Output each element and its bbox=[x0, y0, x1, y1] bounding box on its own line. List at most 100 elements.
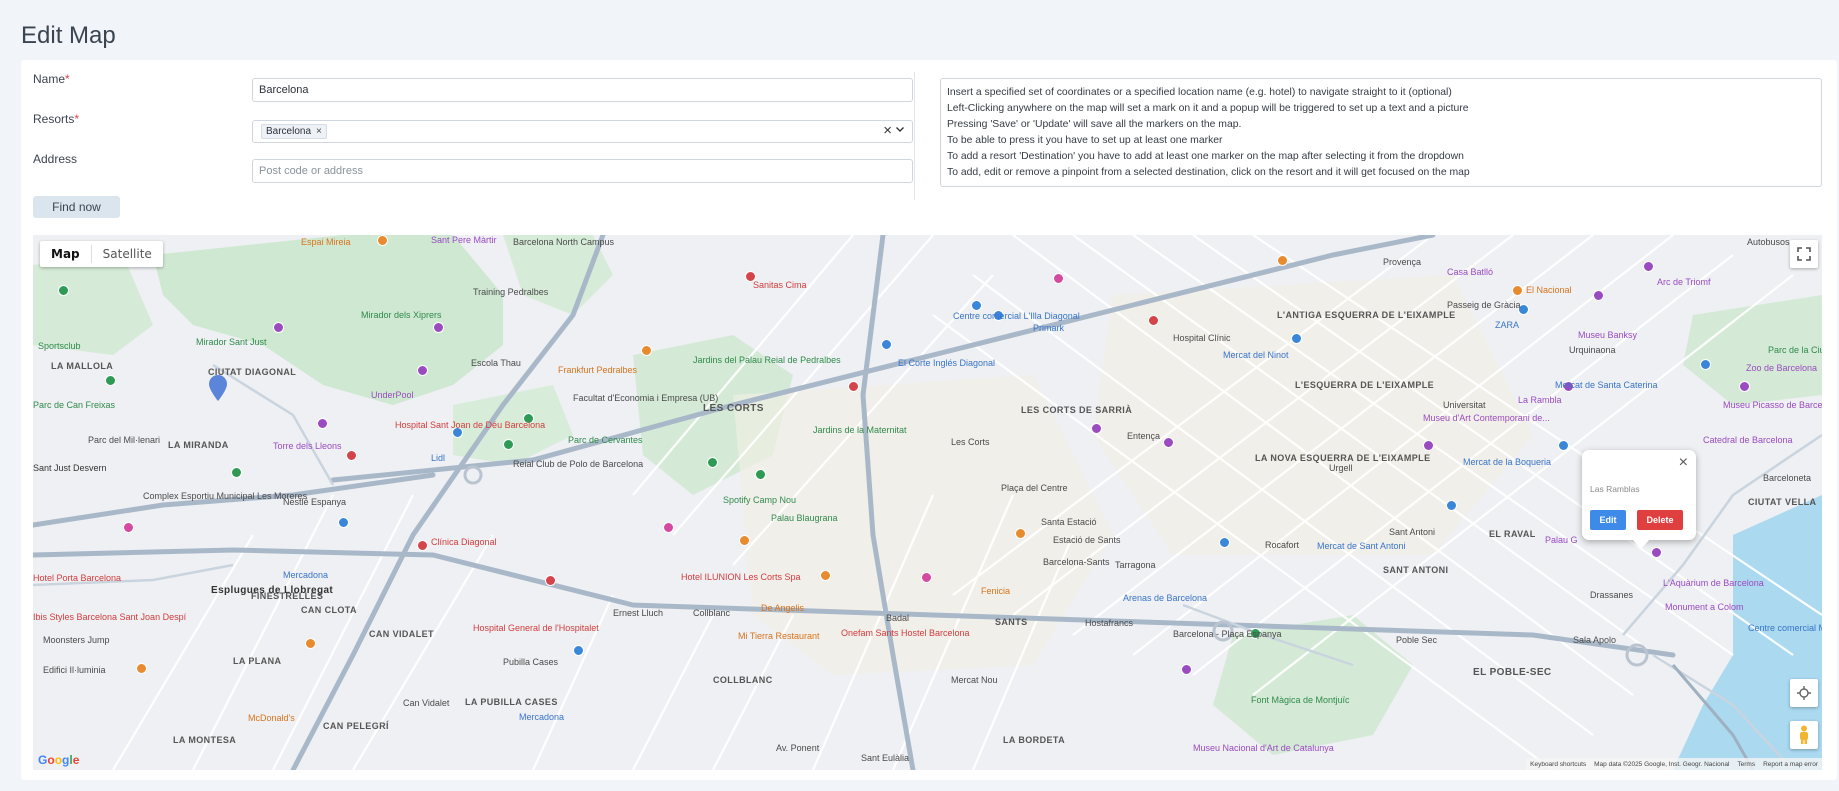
shop-icon[interactable] bbox=[971, 300, 982, 311]
resort-tag-remove-icon[interactable]: × bbox=[316, 126, 322, 137]
map-label: L'ESQUERRA DE L'EIXAMPLE bbox=[1295, 380, 1435, 390]
fullscreen-icon bbox=[1797, 247, 1811, 261]
park-icon[interactable] bbox=[231, 467, 242, 478]
map-label: LA PUBILLA CASES bbox=[465, 697, 558, 707]
shop-icon[interactable] bbox=[881, 339, 892, 350]
clinic-icon[interactable] bbox=[417, 540, 428, 551]
landmark-icon[interactable] bbox=[317, 418, 328, 429]
help-line: Left-Clicking anywhere on the map will s… bbox=[947, 102, 1469, 114]
museum-icon[interactable] bbox=[1423, 440, 1434, 451]
market-icon[interactable] bbox=[1558, 440, 1569, 451]
map-label: Training Pedralbes bbox=[473, 287, 549, 297]
restaurant-icon[interactable] bbox=[305, 638, 316, 649]
clear-selection-icon[interactable]: × bbox=[883, 122, 892, 139]
park-icon[interactable] bbox=[105, 375, 116, 386]
restaurant-icon[interactable] bbox=[1277, 255, 1288, 266]
hotel-icon[interactable] bbox=[663, 522, 674, 533]
map-label: Zoo de Barcelona bbox=[1746, 363, 1818, 373]
map-label: Hotel Porta Barcelona bbox=[33, 573, 122, 583]
resort-tag: Barcelona × bbox=[261, 124, 327, 139]
close-icon[interactable]: × bbox=[1679, 454, 1688, 472]
address-input[interactable] bbox=[252, 159, 913, 183]
museum-icon[interactable] bbox=[1181, 664, 1192, 675]
keyboard-shortcuts-link[interactable]: Keyboard shortcuts bbox=[1530, 761, 1586, 768]
resorts-select[interactable]: Barcelona × × bbox=[252, 120, 913, 143]
terms-link[interactable]: Terms bbox=[1737, 761, 1755, 768]
map-label: Lidl bbox=[431, 453, 446, 463]
fullscreen-button[interactable] bbox=[1790, 240, 1818, 268]
report-map-error-link[interactable]: Report a map error bbox=[1763, 761, 1818, 768]
map-label: Mercat del Ninot bbox=[1223, 350, 1289, 360]
museum-icon[interactable] bbox=[1739, 381, 1750, 392]
hospital-icon[interactable] bbox=[848, 381, 859, 392]
park-icon[interactable] bbox=[503, 439, 514, 450]
shop-icon[interactable] bbox=[1219, 537, 1230, 548]
popup-marker-text: Las Ramblas bbox=[1590, 484, 1640, 494]
map-label: Mercat de Santa Caterina bbox=[1555, 380, 1658, 390]
hospital-icon[interactable] bbox=[346, 450, 357, 461]
market-icon[interactable] bbox=[1446, 500, 1457, 511]
map-label: LES CORTS bbox=[703, 403, 764, 414]
restaurant-icon[interactable] bbox=[641, 345, 652, 356]
map-marker-pin[interactable] bbox=[209, 375, 227, 401]
map-label: Espai Mireia bbox=[301, 237, 351, 247]
shop-icon[interactable] bbox=[573, 645, 584, 656]
map-label: Parc del Mil·lenari bbox=[88, 435, 161, 445]
map-label: Spotify Camp Nou bbox=[723, 495, 797, 505]
find-now-button[interactable]: Find now bbox=[33, 196, 120, 218]
restaurant-icon[interactable] bbox=[1015, 528, 1026, 539]
map-type-map-button[interactable]: Map bbox=[40, 241, 91, 267]
map-label: Parc de Cervantes bbox=[568, 435, 643, 445]
map-label: Palau G bbox=[1545, 535, 1578, 545]
map-label: Museu Nacional d'Art de Catalunya bbox=[1193, 743, 1334, 753]
landmark-icon[interactable] bbox=[417, 365, 428, 376]
park-icon[interactable] bbox=[58, 285, 69, 296]
hotel-icon[interactable] bbox=[123, 522, 134, 533]
landmark-icon[interactable] bbox=[1091, 423, 1102, 434]
chevron-down-icon[interactable] bbox=[895, 124, 905, 137]
map-label: Plaça del Centre bbox=[1001, 483, 1068, 493]
restaurant-icon[interactable] bbox=[739, 535, 750, 546]
museum-icon[interactable] bbox=[1163, 437, 1174, 448]
hotel-icon[interactable] bbox=[921, 572, 932, 583]
market-icon[interactable] bbox=[1291, 333, 1302, 344]
map-attribution: Keyboard shortcuts Map data ©2025 Google… bbox=[1526, 758, 1822, 770]
map-label: Mi Tierra Restaurant bbox=[738, 631, 820, 641]
museum-icon[interactable] bbox=[1651, 547, 1662, 558]
map-label: LA PLANA bbox=[233, 656, 282, 666]
hospital-icon[interactable] bbox=[1148, 315, 1159, 326]
landmark-icon[interactable] bbox=[273, 322, 284, 333]
museum-icon[interactable] bbox=[1593, 290, 1604, 301]
recenter-button[interactable] bbox=[1790, 679, 1818, 707]
stadium-icon[interactable] bbox=[707, 457, 718, 468]
shopping-icon[interactable] bbox=[1053, 273, 1064, 284]
restaurant-icon[interactable] bbox=[1512, 285, 1523, 296]
shop-icon[interactable] bbox=[338, 517, 349, 528]
map-label: Mercadona bbox=[283, 570, 329, 580]
map-label: Jardins del Palau Reial de Pedralbes bbox=[693, 355, 841, 365]
map-label: LA BORDETA bbox=[1003, 735, 1065, 745]
street-view-button[interactable] bbox=[1790, 721, 1818, 749]
map-label: Parc de la Ciutadella bbox=[1768, 345, 1822, 355]
name-input[interactable] bbox=[252, 78, 913, 102]
google-logo: Google bbox=[38, 753, 79, 767]
delete-marker-button[interactable]: Delete bbox=[1637, 510, 1683, 530]
museum-icon[interactable] bbox=[1643, 261, 1654, 272]
market-icon[interactable] bbox=[1700, 359, 1711, 370]
landmark-icon[interactable] bbox=[433, 322, 444, 333]
restaurant-icon[interactable] bbox=[820, 570, 831, 581]
stadium-icon[interactable] bbox=[755, 469, 766, 480]
map-label: EL RAVAL bbox=[1489, 529, 1536, 539]
google-map[interactable]: Espai Mireia Sant Pere Màrtir Barcelona … bbox=[33, 235, 1822, 770]
map-label: L'ANTIGA ESQUERRA DE L'EIXAMPLE bbox=[1277, 310, 1456, 320]
map-label: Barceloneta bbox=[1763, 473, 1812, 483]
hospital-icon[interactable] bbox=[545, 575, 556, 586]
map-label: LES CORTS DE SARRIÀ bbox=[1021, 405, 1133, 415]
map-label: CIUTAT VELLA bbox=[1748, 497, 1817, 507]
edit-marker-button[interactable]: Edit bbox=[1590, 510, 1626, 530]
restaurant-icon[interactable] bbox=[377, 235, 388, 246]
help-line: Pressing 'Save' or 'Update' will save al… bbox=[947, 118, 1242, 130]
map-label: El Corte Inglés Diagonal bbox=[898, 358, 996, 368]
map-type-satellite-button[interactable]: Satellite bbox=[92, 241, 163, 267]
restaurant-icon[interactable] bbox=[136, 663, 147, 674]
